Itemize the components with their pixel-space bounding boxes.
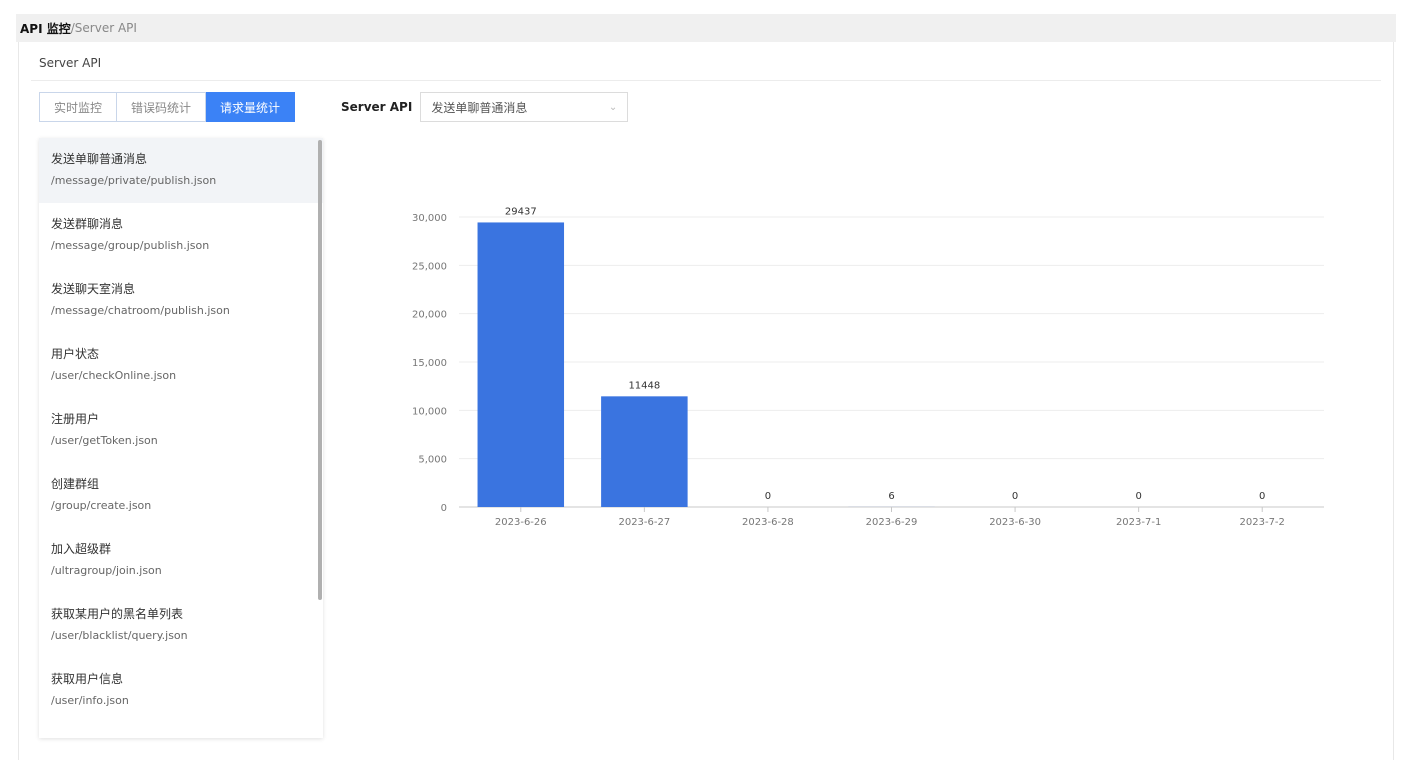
breadcrumb-root[interactable]: API 监控 <box>20 20 71 37</box>
api-path: /message/private/publish.json <box>51 174 217 187</box>
y-tick-label: 20,000 <box>412 310 447 321</box>
tab-request-stats[interactable]: 请求量统计 <box>206 92 296 122</box>
filter-label: Server API <box>341 100 413 114</box>
main-panel: Server API 实时监控 错误码统计 请求量统计 Server API 发… <box>18 42 1394 760</box>
list-scrollbar[interactable] <box>318 140 322 600</box>
api-name: 创建群组 <box>51 477 100 491</box>
x-tick-label: 2023-6-30 <box>989 517 1041 528</box>
request-volume-chart: 0 5,000 10,000 15,000 20,000 25,000 30,000 2943… <box>389 192 1349 592</box>
list-item[interactable]: 获取某用户的黑名单列表 /user/blacklist/query.json <box>39 593 323 658</box>
x-tick-label: 2023-7-1 <box>1116 517 1161 528</box>
list-item[interactable]: 创建群组 /group/create.json <box>39 463 323 528</box>
api-path: /ultragroup/join.json <box>51 564 162 577</box>
x-tick-label: 2023-6-26 <box>495 517 547 528</box>
y-tick-label: 10,000 <box>412 406 447 417</box>
x-tick-label: 2023-6-29 <box>866 517 918 528</box>
api-name: 获取某用户的黑名单列表 <box>51 607 184 621</box>
tab-error-code-stats[interactable]: 错误码统计 <box>117 92 207 122</box>
data-label: 0 <box>1259 491 1265 502</box>
api-path: /group/create.json <box>51 499 152 512</box>
y-tick-label: 15,000 <box>412 358 447 369</box>
data-label: 6 <box>888 491 894 502</box>
data-label: 0 <box>1135 491 1141 502</box>
data-label: 29437 <box>505 206 537 217</box>
list-item[interactable]: 获取用户信息 /user/info.json <box>39 658 323 723</box>
page-title: Server API <box>39 56 102 70</box>
api-name: 发送群聊消息 <box>51 217 124 231</box>
breadcrumb-current: Server API <box>74 21 137 35</box>
y-tick-label: 5,000 <box>418 455 447 466</box>
api-path: /message/group/publish.json <box>51 239 210 252</box>
api-name: 加入超级群 <box>51 542 112 556</box>
bar <box>601 396 688 507</box>
api-path: /user/info.json <box>51 694 129 707</box>
api-name: 发送单聊普通消息 <box>51 152 148 166</box>
select-value: 发送单聊普通消息 <box>431 100 528 115</box>
tab-realtime-monitor[interactable]: 实时监控 <box>39 92 118 122</box>
x-tick-label: 2023-6-27 <box>618 517 670 528</box>
api-path: /user/getToken.json <box>51 434 158 447</box>
list-item[interactable]: 注册用户 /user/getToken.json <box>39 398 323 463</box>
data-label: 0 <box>1012 491 1018 502</box>
api-name: 获取用户信息 <box>51 672 124 686</box>
x-tick-label: 2023-6-28 <box>742 517 794 528</box>
server-api-select[interactable]: 发送单聊普通消息 ⌄ <box>420 92 629 122</box>
api-path: /user/blacklist/query.json <box>51 629 188 642</box>
list-item[interactable]: 发送聊天室消息 /message/chatroom/publish.json <box>39 268 323 333</box>
bar <box>477 222 565 508</box>
view-tabs: 实时监控 错误码统计 请求量统计 <box>39 92 296 122</box>
y-tick-label: 25,000 <box>412 261 447 272</box>
api-path: /user/checkOnline.json <box>51 369 177 382</box>
y-tick-label: 0 <box>441 503 447 514</box>
breadcrumb: API 监控 / Server API <box>16 14 1396 42</box>
x-tick-label: 2023-7-2 <box>1240 517 1285 528</box>
list-item[interactable]: 加入超级群 /ultragroup/join.json <box>39 528 323 593</box>
list-item[interactable]: 用户状态 /user/checkOnline.json <box>39 333 323 398</box>
panel-divider <box>31 80 1381 81</box>
bar-chart-svg: 0 5,000 10,000 15,000 20,000 25,000 30,000 2943… <box>412 206 1324 528</box>
y-tick-label: 30,000 <box>412 213 447 224</box>
list-item[interactable]: 发送群聊消息 /message/group/publish.json <box>39 203 323 268</box>
chevron-down-icon: ⌄ <box>608 101 618 113</box>
api-name: 注册用户 <box>51 412 100 426</box>
api-list[interactable]: 发送单聊普通消息 /message/private/publish.json 发… <box>39 138 323 738</box>
api-name: 用户状态 <box>51 347 100 361</box>
api-name: 发送聊天室消息 <box>51 282 136 296</box>
data-label: 11448 <box>628 380 660 391</box>
list-item[interactable]: 发送单聊普通消息 /message/private/publish.json <box>39 138 323 203</box>
api-path: /message/chatroom/publish.json <box>51 304 230 317</box>
data-label: 0 <box>765 491 771 502</box>
server-api-filter: Server API 发送单聊普通消息 ⌄ <box>341 92 629 122</box>
